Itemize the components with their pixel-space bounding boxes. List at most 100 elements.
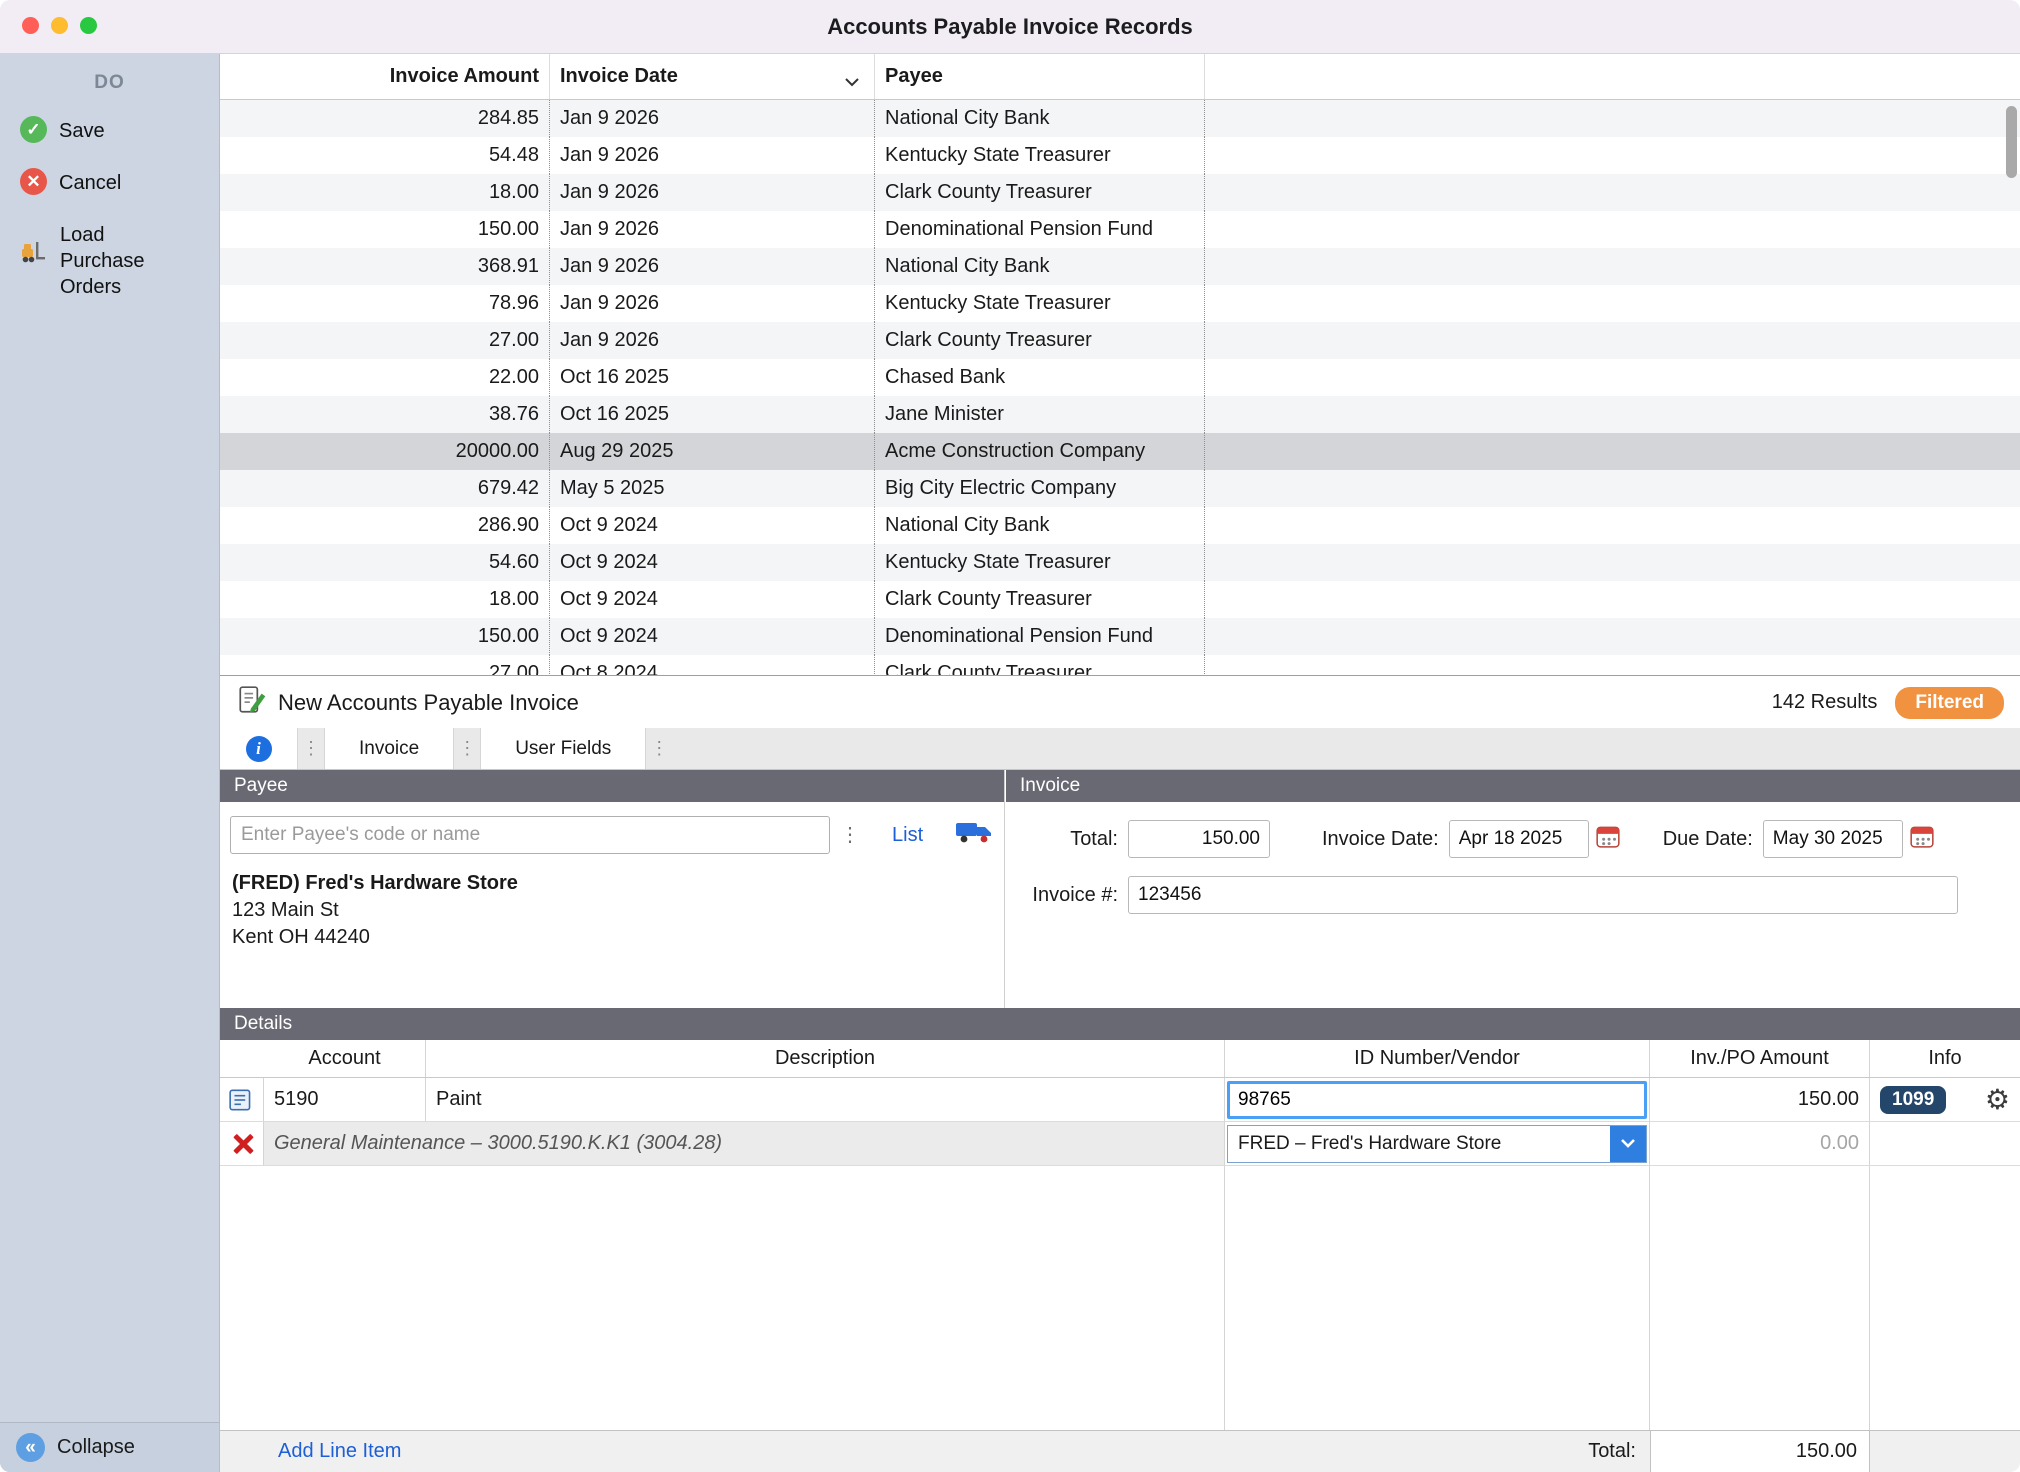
sidebar-do-header: DO [0,72,219,94]
invoice-record-row[interactable]: 22.00 Oct 16 2025 Chased Bank [220,359,2020,396]
invoice-panel-header: Invoice [1006,770,2020,802]
details-header-row: Account Description ID Number/Vendor Inv… [220,1040,2020,1078]
payee-search-input[interactable] [230,816,830,854]
record-empty-cell [1205,507,2020,544]
invoice-date-calendar-icon[interactable] [1595,823,1621,855]
payee-list-link[interactable]: List [892,824,923,847]
record-date-cell: Jan 9 2026 [550,174,875,211]
invoice-record-row[interactable]: 286.90 Oct 9 2024 National City Bank [220,507,2020,544]
vendor-truck-icon[interactable] [955,819,993,851]
account-cell[interactable]: 5190 [264,1078,426,1122]
record-date-cell: Oct 9 2024 [550,581,875,618]
tab-grip-icon[interactable]: ⋮ [298,728,324,769]
column-header-invoice-date[interactable]: Invoice Date [550,54,875,99]
tab-grip-icon[interactable]: ⋮ [646,728,672,769]
invoice-record-row[interactable]: 368.91 Jan 9 2026 National City Bank [220,248,2020,285]
invoice-record-row[interactable]: 38.76 Oct 16 2025 Jane Minister [220,396,2020,433]
add-line-item-button[interactable]: Add Line Item [278,1440,401,1463]
invoice-panel: Invoice Total: Invoice Date: Due Date: [1006,770,2020,1008]
record-payee-cell: Kentucky State Treasurer [875,544,1205,581]
column-header-invoice-amount[interactable]: Invoice Amount [220,54,550,99]
delete-line-button[interactable] [220,1122,264,1166]
record-amount-cell: 22.00 [220,359,550,396]
info-tab[interactable]: i [220,728,298,769]
line-amount-cell[interactable]: 150.00 [1650,1078,1870,1122]
account-lookup-icon[interactable] [220,1078,264,1122]
invoice-record-row[interactable]: 27.00 Jan 9 2026 Clark County Treasurer [220,322,2020,359]
line-settings-gear-icon[interactable]: ⚙ [1985,1086,2010,1114]
payee-panel-header: Payee [220,770,1004,802]
tab-strip: i ⋮ Invoice ⋮ User Fields ⋮ [220,728,2020,770]
details-icon-column-header [220,1040,264,1077]
sort-descending-icon [844,71,860,94]
record-empty-cell [1205,248,2020,285]
record-date-cell: Oct 9 2024 [550,544,875,581]
record-empty-cell [1205,211,2020,248]
total-input[interactable] [1128,820,1270,858]
cancel-button[interactable]: ✕ Cancel [0,156,219,208]
payee-address-block: (FRED) Fred's Hardware Store 123 Main St… [232,870,1004,951]
record-amount-cell: 20000.00 [220,433,550,470]
record-date-cell: Oct 8 2024 [550,655,875,675]
tab-grip-icon[interactable]: ⋮ [454,728,480,769]
record-payee-cell: Kentucky State Treasurer [875,285,1205,322]
invoice-record-row[interactable]: 20000.00 Aug 29 2025 Acme Construction C… [220,433,2020,470]
load-purchase-orders-label: Load Purchase Orders [60,220,170,300]
column-header-description: Description [426,1040,1225,1077]
invoice-record-row[interactable]: 54.48 Jan 9 2026 Kentucky State Treasure… [220,137,2020,174]
app-window: Accounts Payable Invoice Records DO ✓ Sa… [0,0,2020,1472]
invoice-record-row[interactable]: 78.96 Jan 9 2026 Kentucky State Treasure… [220,285,2020,322]
record-empty-cell [1205,433,2020,470]
tab-invoice[interactable]: Invoice [324,728,454,769]
invoice-number-input[interactable] [1128,876,1958,914]
record-amount-cell: 284.85 [220,100,550,137]
footer-info-cell [1870,1431,2020,1472]
record-amount-cell: 18.00 [220,174,550,211]
invoice-record-row[interactable]: 284.85 Jan 9 2026 National City Bank [220,100,2020,137]
tab-user-fields[interactable]: User Fields [480,728,646,769]
record-empty-cell [1205,359,2020,396]
invoice-record-row[interactable]: 18.00 Oct 9 2024 Clark County Treasurer [220,581,2020,618]
invoice-record-row[interactable]: 679.42 May 5 2025 Big City Electric Comp… [220,470,2020,507]
record-amount-cell: 150.00 [220,618,550,655]
record-amount-cell: 54.60 [220,544,550,581]
invoice-date-input[interactable] [1449,820,1589,858]
payee-address-line2: Kent OH 44240 [232,924,1004,951]
filtered-badge[interactable]: Filtered [1895,687,2004,719]
vendor-dropdown-chevron-icon[interactable] [1610,1126,1646,1162]
results-bar: New Accounts Payable Invoice 142 Results… [220,677,2020,728]
records-scrollbar[interactable] [2006,104,2017,671]
badge-1099[interactable]: 1099 [1880,1086,1946,1114]
record-payee-cell: National City Bank [875,100,1205,137]
line-item-expansion-row: General Maintenance – 3000.5190.K.K1 (30… [220,1122,2020,1166]
invoice-record-row[interactable]: 150.00 Jan 9 2026 Denominational Pension… [220,211,2020,248]
column-header-payee[interactable]: Payee [875,54,1205,99]
vendor-dropdown[interactable]: FRED – Fred's Hardware Store [1227,1125,1647,1163]
id-number-input[interactable] [1227,1081,1647,1119]
record-date-cell: Oct 9 2024 [550,507,875,544]
load-purchase-orders-button[interactable]: Load Purchase Orders [0,208,219,312]
save-button[interactable]: ✓ Save [0,104,219,156]
save-label: Save [59,116,105,144]
record-amount-cell: 286.90 [220,507,550,544]
records-scrollbar-thumb[interactable] [2006,106,2017,178]
record-empty-cell [1205,285,2020,322]
record-empty-cell [1205,655,2020,675]
invoice-record-row[interactable]: 54.60 Oct 9 2024 Kentucky State Treasure… [220,544,2020,581]
details-empty-area [220,1166,2020,1430]
record-payee-cell: Big City Electric Company [875,470,1205,507]
expansion-info-cell [1870,1122,2020,1166]
invoice-record-row[interactable]: 150.00 Oct 9 2024 Denominational Pension… [220,618,2020,655]
details-panel-header: Details [220,1008,2020,1040]
payee-menu-icon[interactable]: ⋮ [840,825,860,845]
record-amount-cell: 27.00 [220,322,550,359]
footer-icon-cell [220,1431,264,1472]
vendor-dropdown-value: FRED – Fred's Hardware Store [1228,1126,1610,1162]
invoice-record-row[interactable]: 18.00 Jan 9 2026 Clark County Treasurer [220,174,2020,211]
collapse-button[interactable]: « Collapse [0,1422,219,1472]
due-date-input[interactable] [1763,820,1903,858]
invoice-record-row[interactable]: 27.00 Oct 8 2024 Clark County Treasurer [220,655,2020,675]
line-info-cell: 1099 ⚙ [1870,1078,2020,1122]
due-date-calendar-icon[interactable] [1909,823,1935,855]
description-cell[interactable]: Paint [426,1078,1225,1122]
